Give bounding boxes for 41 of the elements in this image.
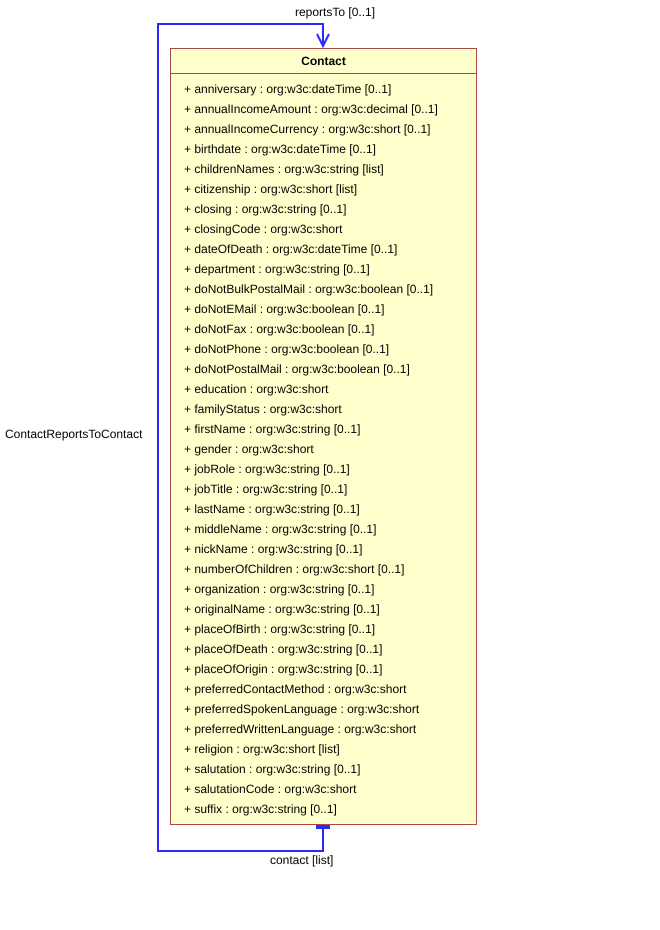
attribute: + doNotFax : org:w3c:boolean [0..1] [184,321,374,338]
attribute: + salutation : org:w3c:string [0..1] [184,761,360,778]
role-label: reportsTo [0..1] [295,5,376,19]
attribute: + organization : org:w3c:string [0..1] [184,581,374,598]
attribute: + gender : org:w3c:short [184,441,314,458]
attribute: + doNotBulkPostalMail : org:w3c:boolean [0..1] [184,281,434,298]
attribute: + citizenship : org:w3c:short [list] [184,181,358,198]
attribute: + nickName : org:w3c:string [0..1] [184,541,362,558]
attribute: + annualIncomeAmount : org:w3c:decimal [0..1] [184,101,438,118]
attribute: + birthdate : org:w3c:dateTime [0..1] [184,141,376,158]
attribute: + closing : org:w3c:string [0..1] [184,201,346,218]
role-label: contact [list] [270,853,334,867]
attribute: + preferredSpokenLanguage : org:w3c:short [184,701,420,718]
attribute: + jobRole : org:w3c:string [0..1] [184,461,350,478]
attribute: + annualIncomeCurrency : org:w3c:short [0..1] [184,121,430,138]
attribute: + firstName : org:w3c:string [0..1] [184,421,360,438]
attribute: + dateOfDeath : org:w3c:dateTime [0..1] [184,241,398,258]
attribute: + preferredWrittenLanguage : org:w3c:short [184,721,416,738]
association-name: ContactReportsToContact [5,427,142,441]
attribute: + originalName : org:w3c:string [0..1] [184,601,380,618]
attribute: + preferredContactMethod : org:w3c:short [184,681,406,698]
attribute: + closingCode : org:w3c:short [184,221,342,238]
attribute: + anniversary : org:w3c:dateTime [0..1] [184,81,392,98]
attribute: + familyStatus : org:w3c:short [184,401,342,418]
attribute: + suffix : org:w3c:string [0..1] [184,801,337,818]
attribute: + religion : org:w3c:short [list] [184,741,340,758]
attribute: + doNotEMail : org:w3c:boolean [0..1] [184,301,384,318]
attribute: + doNotPhone : org:w3c:boolean [0..1] [184,341,390,358]
attribute: + doNotPostalMail : org:w3c:boolean [0..1] [184,361,410,378]
attribute: + jobTitle : org:w3c:string [0..1] [184,481,348,498]
attribute: + department : org:w3c:string [0..1] [184,261,370,278]
attribute: + childrenNames : org:w3c:string [list] [184,161,384,178]
attribute: + middleName : org:w3c:string [0..1] [184,521,376,538]
attribute: + placeOfBirth : org:w3c:string [0..1] [184,621,376,638]
attribute: + education : org:w3c:short [184,381,328,398]
attribute: + numberOfChildren : org:w3c:short [0..1] [184,561,404,578]
class-name: Contact [301,54,346,68]
attribute: + salutationCode : org:w3c:short [184,781,356,798]
attribute: + lastName : org:w3c:string [0..1] [184,501,360,518]
attribute: + placeOfOrigin : org:w3c:string [0..1] [184,661,382,678]
attribute: + placeOfDeath : org:w3c:string [0..1] [184,641,382,658]
